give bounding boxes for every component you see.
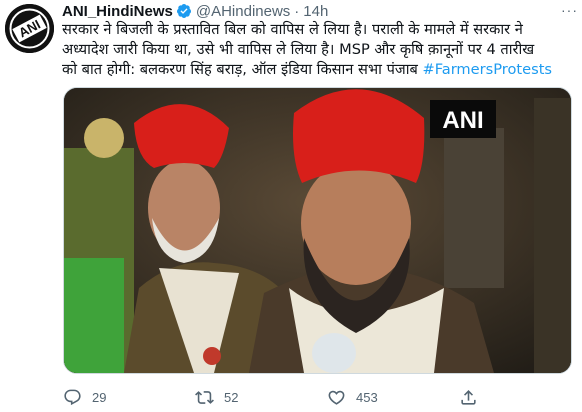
- retweet-icon: [195, 390, 214, 404]
- heart-icon: [328, 390, 345, 405]
- tweet-text-line: सरकार ने बिजली के प्रस्तावित बिल को वापि…: [62, 21, 523, 38]
- like-count: 453: [356, 389, 378, 405]
- avatar[interactable]: ANI: [5, 4, 54, 53]
- hashtag-link[interactable]: #FarmersProtests: [422, 61, 552, 78]
- tweet-actions: 29 52 453: [63, 386, 572, 408]
- tweet-media-video[interactable]: ANI: [63, 87, 572, 374]
- tweet-text-line-content: को बात होगी: बलकरण सिंह बराड़, ऑल इंडिया…: [62, 61, 423, 78]
- tweet-text-line: अध्यादेश जारी किया था, उसे भी वापिस ले ल…: [62, 41, 535, 58]
- retweet-count: 52: [224, 389, 239, 405]
- tweet-header: ANI_HindiNews @AHindinews · 14h: [62, 1, 328, 21]
- bg-crowd-right: [444, 128, 504, 288]
- share-icon: [461, 389, 476, 405]
- timestamp[interactable]: 14h: [303, 3, 328, 20]
- separator-dot: ·: [294, 2, 300, 20]
- microphone: [312, 333, 356, 373]
- media-scene: ANI: [64, 88, 571, 373]
- verified-badge-icon: [176, 4, 191, 18]
- like-button[interactable]: 453: [327, 388, 459, 407]
- ani-watermark: ANI: [442, 107, 483, 134]
- reply-count: 29: [92, 389, 107, 405]
- bg-person-right: [534, 98, 571, 373]
- share-button[interactable]: [459, 388, 488, 407]
- tweet-text-line: को बात होगी: बलकरण सिंह बराड़, ऑल इंडिया…: [62, 60, 574, 80]
- bg-yellow-cap: [84, 118, 124, 158]
- author-handle[interactable]: @AHindinews: [196, 3, 290, 20]
- author-name[interactable]: ANI_HindiNews: [62, 3, 173, 20]
- tweet: ANI ANI_HindiNews @AHindinews · 14h ··· …: [0, 0, 582, 412]
- bg-green-cloth: [64, 258, 124, 373]
- reply-button[interactable]: 29: [63, 388, 195, 407]
- retweet-button[interactable]: 52: [195, 388, 327, 407]
- reply-icon: [64, 389, 81, 405]
- more-options-icon[interactable]: ···: [561, 2, 578, 18]
- left-man-badge: [203, 347, 221, 365]
- ani-logo: ANI: [5, 4, 54, 53]
- tweet-text: सरकार ने बिजली के प्रस्तावित बिल को वापि…: [62, 20, 574, 80]
